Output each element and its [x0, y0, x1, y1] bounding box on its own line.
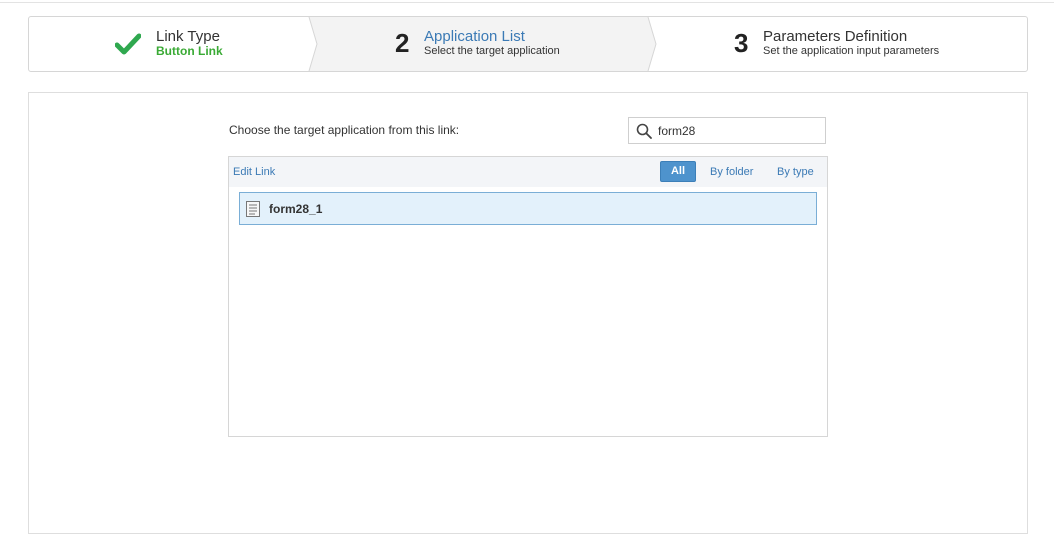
list-item[interactable]: form28_1	[239, 192, 817, 225]
step-number: 2	[395, 28, 410, 58]
step-application-list[interactable]: 2 Application List Select the target app…	[309, 17, 648, 71]
document-icon	[246, 201, 260, 217]
filter-by-type-button[interactable]: By type	[777, 166, 814, 178]
step-separator-chevron	[307, 17, 321, 71]
check-icon	[115, 33, 141, 55]
wizard-steps: Link Type Button Link 2 Application List…	[28, 16, 1028, 72]
list-toolbar: Edit Link All By folder By type	[229, 157, 827, 187]
step-subtitle: Set the application input parameters	[763, 45, 940, 57]
step-subtitle: Select the target application	[424, 45, 560, 57]
application-name: form28_1	[269, 202, 323, 216]
search-box[interactable]	[628, 117, 826, 144]
application-list: Edit Link All By folder By type form28_1	[228, 156, 828, 437]
step-separator-chevron	[646, 17, 660, 71]
top-divider	[0, 2, 1054, 3]
step-title: Link Type	[156, 28, 220, 45]
instruction-label: Choose the target application from this …	[229, 123, 460, 137]
step-subtitle: Button Link	[156, 44, 223, 58]
search-input[interactable]	[658, 122, 818, 139]
step-title: Application List	[424, 28, 525, 45]
step-parameters-definition[interactable]: 3 Parameters Definition Set the applicat…	[648, 17, 1027, 71]
edit-link[interactable]: Edit Link	[233, 166, 275, 178]
step-number: 3	[734, 28, 749, 58]
application-list-panel: Choose the target application from this …	[28, 92, 1028, 534]
step-link-type[interactable]: Link Type Button Link	[29, 17, 309, 71]
filter-all-button[interactable]: All	[660, 161, 696, 182]
step-title: Parameters Definition	[763, 28, 908, 45]
filter-by-folder-button[interactable]: By folder	[710, 166, 753, 178]
search-icon	[636, 123, 652, 139]
